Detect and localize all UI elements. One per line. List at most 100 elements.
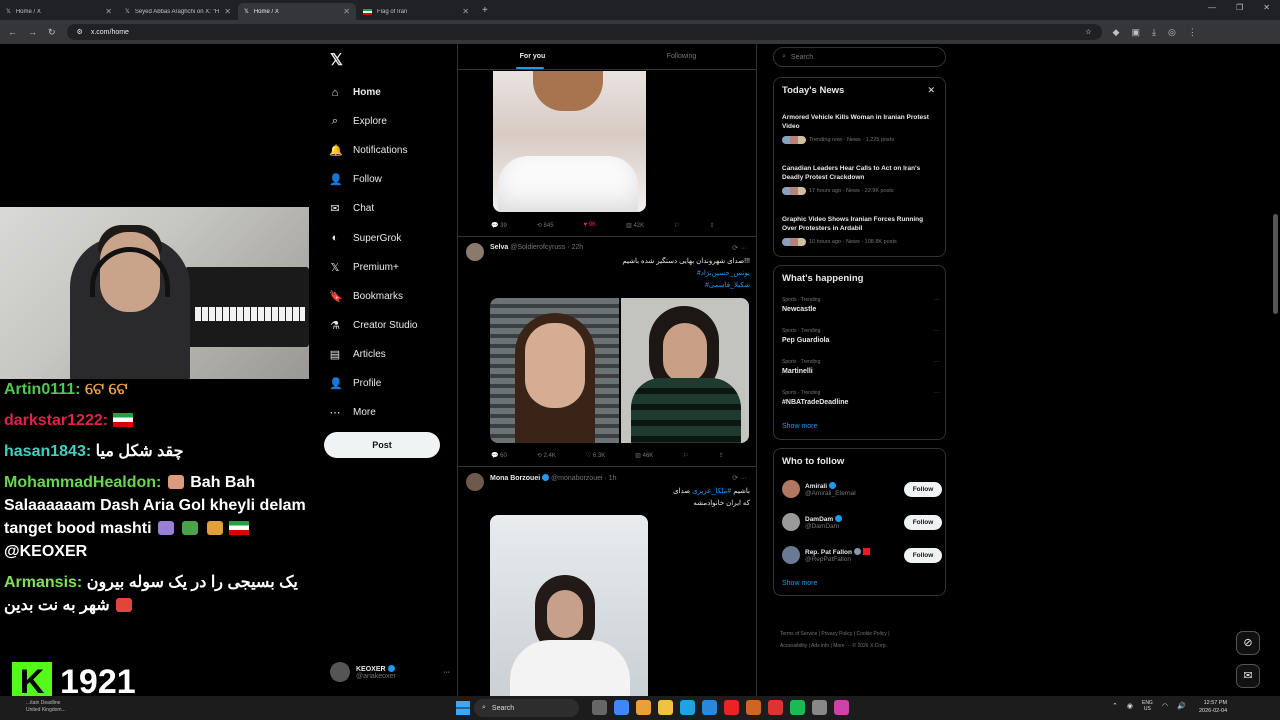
follow-suggestion[interactable]: Rep. Pat Fallon @RepPatFallon Follow [782,544,942,566]
bookmark-icon[interactable]: ⚐ [683,452,688,459]
youtube-icon[interactable] [724,700,739,715]
follow-suggestion[interactable]: DamDam @DamDam Follow [782,511,942,533]
extension-icon[interactable]: ◆ [1113,27,1120,38]
views-button[interactable]: ▥ 42K [626,222,644,229]
bookmark-icon[interactable]: ⚐ [674,222,679,229]
post-media[interactable] [490,515,648,705]
footer-link[interactable]: Accessibility [780,643,807,649]
task-view-icon[interactable] [592,700,607,715]
footer-link[interactable]: Cookie Policy [857,631,887,637]
edge-icon[interactable] [680,700,695,715]
nav-item-home[interactable]: ⌂ Home [329,78,417,107]
close-icon[interactable]: ✕ [462,7,469,16]
puzzle-icon[interactable]: ▣ [1131,27,1140,38]
url-field[interactable]: ⚙ x.com/home ☆ [66,24,1102,40]
more-icon[interactable]: ⟳ ··· [732,474,747,482]
nav-item-creator-studio[interactable]: ⚗ Creator Studio [329,311,417,340]
reply-button[interactable]: 💬 60 [491,452,507,459]
nav-item-more[interactable]: ⋯ More [329,398,417,427]
post-media[interactable] [493,71,646,212]
footer-link[interactable]: More ··· [833,643,851,649]
follow-button[interactable]: Follow [904,547,942,563]
like-button[interactable]: ♡ 6.3K [586,452,605,459]
close-icon[interactable]: ✕ [105,7,112,16]
spotify-icon[interactable] [790,700,805,715]
search-input[interactable]: ⌕ Search [773,47,946,67]
trend-item[interactable]: Sports · Trending Martinelli ··· [782,359,940,375]
share-icon[interactable]: ⇪ [710,222,715,229]
minimize-icon[interactable]: — [1208,3,1216,12]
site-info-icon[interactable]: ⚙ [77,28,83,36]
follow-button[interactable]: Follow [904,514,942,530]
author-name[interactable]: Mona Borzouei [490,475,540,482]
app-icon[interactable] [812,700,827,715]
language-indicator[interactable]: ENG US [1142,700,1153,712]
nav-item-profile[interactable]: 👤 Profile [329,369,417,398]
trend-item[interactable]: Sports · Trending Newcastle ··· [782,297,940,313]
taskbar-search[interactable]: ⌕ Search [474,699,579,717]
file-explorer-icon[interactable] [658,700,673,715]
close-icon[interactable]: ✕ [224,7,231,16]
grok-icon[interactable]: ⊘ [1236,631,1260,655]
app-icon[interactable] [702,700,717,715]
follow-suggestion[interactable]: Amirali @Amirali_Eternal Follow [782,478,942,500]
views-button[interactable]: ▥ 46K [635,452,653,459]
follow-button[interactable]: Follow [904,481,942,497]
more-icon[interactable]: ··· [934,390,940,396]
news-item[interactable]: Canadian Leaders Hear Calls to Act on Ir… [782,164,932,195]
wifi-icon[interactable]: ◠ [1162,702,1168,710]
close-window-icon[interactable]: ✕ [1263,3,1270,12]
scrollbar[interactable] [1271,44,1280,696]
nav-item-articles[interactable]: ▤ Articles [329,340,417,369]
share-icon[interactable]: ⇪ [719,452,724,459]
media-image[interactable] [490,298,619,443]
menu-icon[interactable]: ⋮ [1188,27,1197,38]
more-icon[interactable]: ··· [934,359,940,365]
x-logo-icon[interactable]: 𝕏 [330,50,343,70]
footer-link[interactable]: Ads info [811,643,829,649]
post-button[interactable]: Post [324,432,440,458]
footer-link[interactable]: Terms of Service [780,631,817,637]
nav-item-premium[interactable]: 𝕏 Premium+ [329,253,417,282]
scrollbar-thumb[interactable] [1273,214,1278,314]
like-button[interactable]: ♥ 9K [584,222,597,229]
show-more-link[interactable]: Show more [782,423,817,430]
news-item[interactable]: Armored Vehicle Kills Woman in Iranian P… [782,113,932,144]
maximize-icon[interactable]: ❐ [1236,3,1243,12]
nav-item-notifications[interactable]: 🔔 Notifications [329,136,417,165]
show-more-link[interactable]: Show more [782,580,817,587]
taskbar-news-widget[interactable]: ...itain Deadline United Kingdom... [0,696,147,720]
trend-item[interactable]: Sports · Trending #NBATradeDeadline ··· [782,390,940,406]
browser-tab-3[interactable]: 𝕏 Home / X ✕ [238,3,356,20]
forward-icon[interactable]: → [28,27,37,37]
windows-start-icon[interactable] [456,701,470,715]
browser-tab-4[interactable]: Flag of Iran ✕ [357,3,475,20]
tray-chevron-icon[interactable]: ⌃ [1112,702,1118,710]
chrome-icon[interactable] [614,700,629,715]
avatar[interactable] [466,243,484,261]
hashtag[interactable]: #ملکا_عزیزی [692,488,731,495]
more-icon[interactable]: ··· [934,297,940,303]
close-icon[interactable]: ✕ [927,85,935,96]
app-icon[interactable] [768,700,783,715]
app-icon[interactable] [746,700,761,715]
reload-icon[interactable]: ↻ [48,27,56,38]
repost-button[interactable]: ⟲ 845 [537,222,554,229]
avatar[interactable] [466,473,484,491]
trend-item[interactable]: Sports · Trending Pep Guardiola ··· [782,328,940,344]
more-icon[interactable]: ··· [934,328,940,334]
tray-app-icon[interactable]: ◉ [1127,702,1133,710]
tab-following[interactable]: Following [607,44,756,69]
nav-item-follow[interactable]: 👤 Follow [329,165,417,194]
new-tab-icon[interactable]: + [482,5,488,16]
nav-item-explore[interactable]: ⌕ Explore [329,107,417,136]
author-name[interactable]: Selva [490,244,508,251]
reply-button[interactable]: 💬 39 [491,222,507,229]
nav-item-chat[interactable]: ✉ Chat [329,194,417,223]
download-icon[interactable]: ⤓ [1152,27,1156,38]
nav-item-supergrok[interactable]: ◐ SuperGrok [329,223,417,252]
app-icon[interactable] [636,700,651,715]
hashtag[interactable]: #یونس_حسین‌نژاد [490,268,750,280]
back-icon[interactable]: ← [8,27,17,37]
media-image[interactable] [621,298,749,443]
